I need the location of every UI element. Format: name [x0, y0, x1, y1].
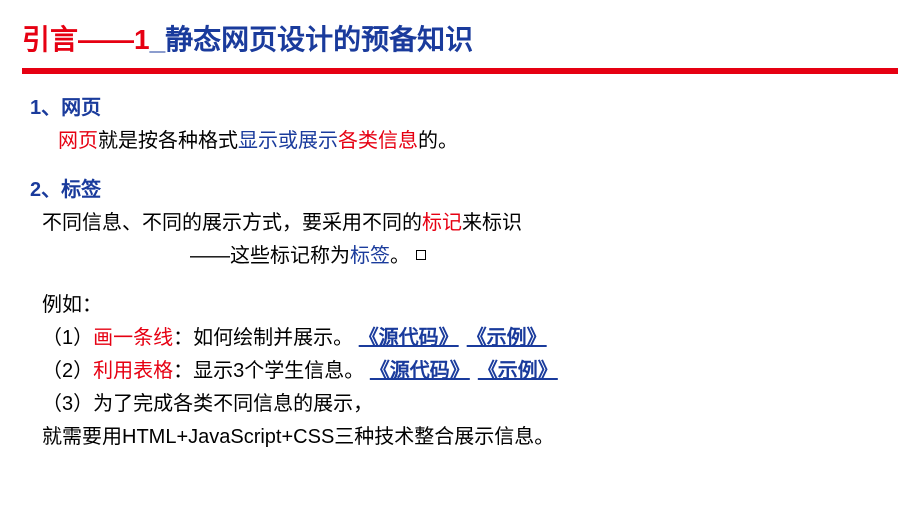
text-plain: 就是按各种格式	[98, 130, 238, 152]
page-title: 引言——1_静态网页设计的预备知识	[22, 18, 898, 58]
link-demo-2[interactable]: 《示例》	[478, 360, 558, 382]
link-source-2[interactable]: 《源代码》	[370, 360, 470, 382]
text-display: 显示或展示	[238, 130, 338, 152]
cursor-icon	[416, 250, 426, 260]
text-plain: （1）	[42, 327, 93, 349]
example-item-3a: （3）为了完成各类不同信息的展示，	[30, 388, 898, 421]
section-1-heading: 1、网页	[30, 92, 898, 125]
title-rest: 静态网页设计的预备知识	[165, 24, 473, 55]
text-plain: 来标识	[462, 212, 522, 234]
text-webpage: 网页	[58, 130, 98, 152]
title-underscore: _	[150, 24, 166, 55]
examples-intro: 例如：	[30, 289, 898, 322]
example-item-2: （2）利用表格：显示3个学生信息。 《源代码》《示例》	[30, 355, 898, 388]
section-2-heading: 2、标签	[30, 174, 898, 207]
text-drawline: 画一条线	[93, 327, 173, 349]
title-prefix: 引言——1	[22, 24, 150, 55]
link-source-1[interactable]: 《源代码》	[359, 327, 459, 349]
text-plain: 不同信息、不同的展示方式，要采用不同的	[42, 212, 422, 234]
link-demo-1[interactable]: 《示例》	[467, 327, 547, 349]
text-plain: 。	[390, 245, 410, 267]
text-plain: 的。	[418, 130, 458, 152]
divider-red	[22, 68, 898, 74]
text-mark: 标记	[422, 212, 462, 234]
text-info: 各类信息	[338, 130, 418, 152]
section-1-line: 网页就是按各种格式显示或展示各类信息的。	[30, 125, 898, 158]
section-2-line-2: ——这些标记称为标签。	[30, 240, 898, 273]
text-plain: （2）	[42, 360, 93, 382]
content-body: 1、网页 网页就是按各种格式显示或展示各类信息的。 2、标签 不同信息、不同的展…	[22, 92, 898, 454]
section-2-line-1: 不同信息、不同的展示方式，要采用不同的标记来标识	[30, 207, 898, 240]
text-tag: 标签	[350, 245, 390, 267]
text-plain: ：显示3个学生信息。	[173, 360, 364, 382]
text-plain: ——这些标记称为	[190, 245, 350, 267]
example-item-3b: 就需要用HTML+JavaScript+CSS三种技术整合展示信息。	[30, 421, 898, 454]
text-usetable: 利用表格	[93, 360, 173, 382]
text-plain: ：如何绘制并展示。	[173, 327, 353, 349]
example-item-1: （1）画一条线：如何绘制并展示。 《源代码》《示例》	[30, 322, 898, 355]
